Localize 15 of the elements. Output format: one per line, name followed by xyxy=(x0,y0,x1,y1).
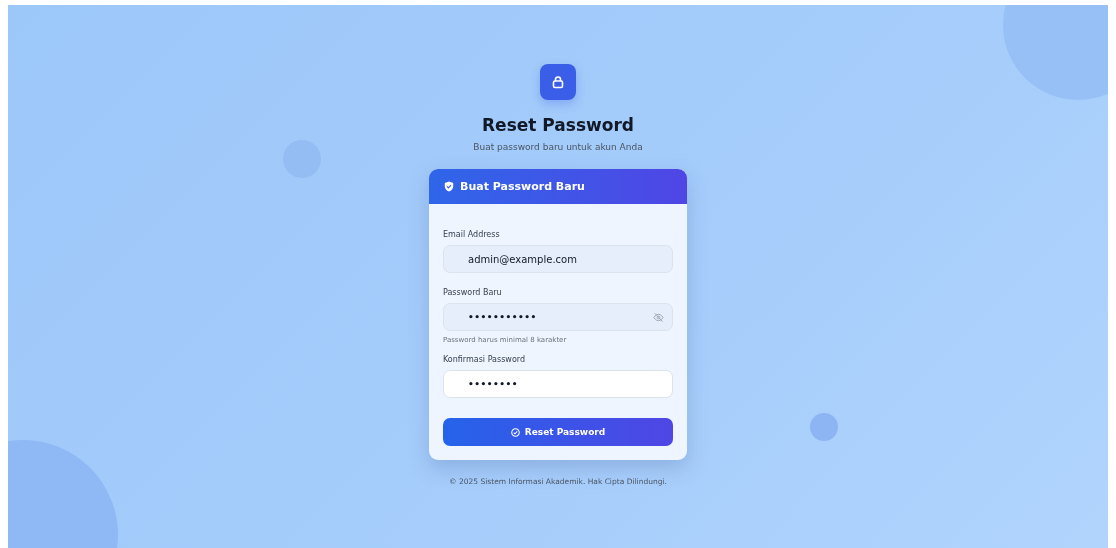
check-circle-icon xyxy=(510,427,520,437)
password-field[interactable]: ••••••••••• xyxy=(443,303,673,331)
field-label: Password Baru xyxy=(443,288,503,297)
reset-password-button[interactable]: Reset Password xyxy=(443,418,673,446)
field-label: Email Address xyxy=(443,230,501,239)
field-label: Konfirmasi Password xyxy=(443,355,526,364)
page-title: Reset Password xyxy=(482,115,634,135)
lock-icon xyxy=(551,75,565,89)
email-field[interactable]: admin@example.com xyxy=(443,245,673,273)
password-field[interactable]: •••••••• xyxy=(443,370,673,398)
card-title: Buat Password Baru xyxy=(460,180,585,193)
decor-circle xyxy=(810,413,838,441)
page-subtitle: Buat password baru untuk akun Anda xyxy=(473,142,643,152)
eye-off-icon[interactable] xyxy=(653,311,664,323)
shield-icon xyxy=(444,181,454,192)
